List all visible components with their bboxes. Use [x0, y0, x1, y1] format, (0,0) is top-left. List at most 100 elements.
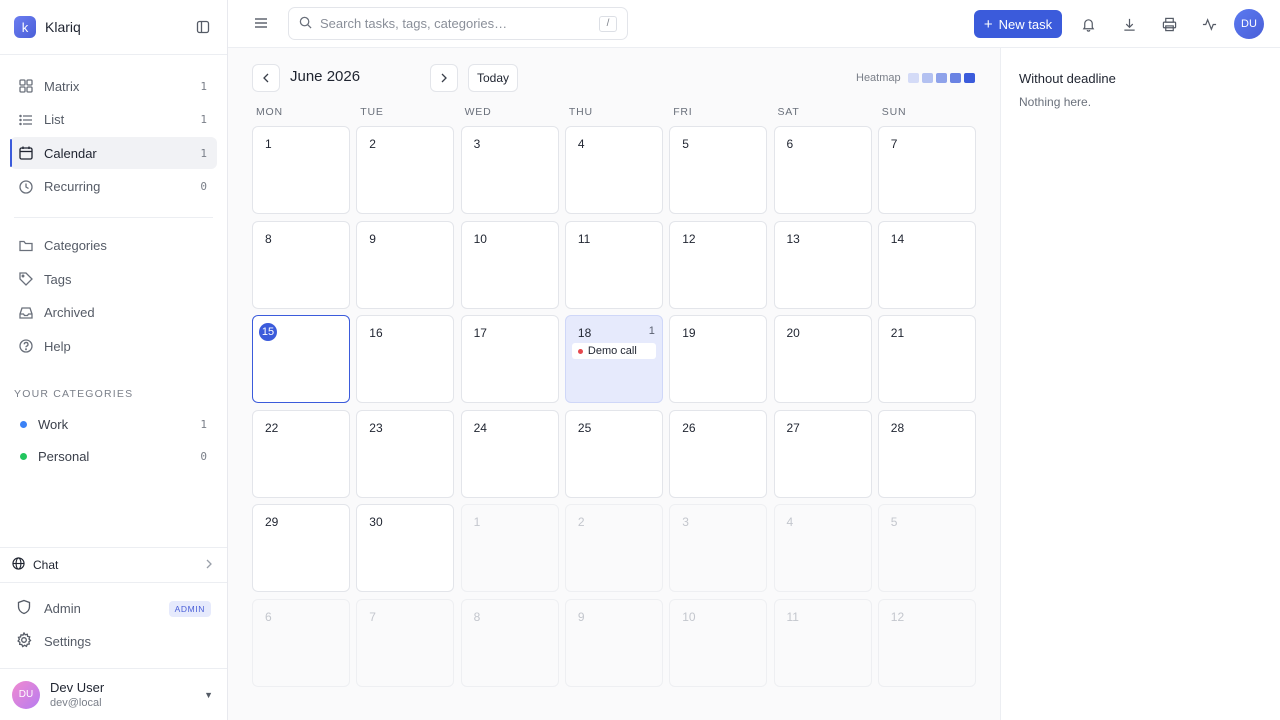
day-cell[interactable]: 5 — [669, 126, 768, 214]
nav-item-tags[interactable]: Tags — [10, 263, 217, 295]
day-cell[interactable]: 3 — [460, 126, 559, 214]
download-icon[interactable] — [1119, 14, 1139, 34]
day-number: 11 — [786, 610, 799, 624]
nav-item-calendar[interactable]: Calendar 1 — [10, 137, 217, 169]
plus-icon: + — [983, 15, 993, 33]
day-cell[interactable]: 8 — [252, 220, 350, 309]
weekday-label: WED — [464, 106, 492, 118]
day-cell[interactable]: 13 — [773, 220, 872, 309]
day-cell[interactable]: 21 — [877, 315, 976, 404]
day-cell[interactable]: 4 — [564, 126, 663, 214]
day-cell[interactable]: 12 — [877, 599, 976, 687]
day-number: 7 — [890, 137, 898, 151]
nav-item-recurring[interactable]: Recurring 0 — [10, 171, 217, 203]
day-cell[interactable]: 27 — [773, 409, 872, 498]
day-cell[interactable]: 24 — [460, 409, 559, 498]
day-number: 5 — [890, 515, 898, 530]
day-cell[interactable]: 29 — [252, 504, 350, 593]
task-title: Demo call — [587, 345, 637, 358]
nav-item-admin[interactable]: Admin ADMIN — [10, 592, 217, 625]
day-cell[interactable]: 9 — [564, 599, 663, 687]
category-item-personal[interactable]: Personal 0 — [0, 440, 227, 472]
month-title: June 2026 — [290, 68, 361, 85]
day-cell[interactable]: 5 — [877, 504, 976, 593]
day-cell[interactable]: 30 — [356, 504, 455, 593]
day-cell[interactable]: 20 — [773, 315, 872, 404]
day-cell[interactable]: 15 — [252, 315, 350, 404]
nav-item-settings[interactable]: Settings — [10, 625, 217, 658]
today-button[interactable]: Today — [468, 64, 518, 92]
day-number: 20 — [786, 326, 800, 341]
day-cell[interactable]: 1 — [252, 126, 350, 214]
search-icon — [299, 16, 312, 32]
day-number: 1 — [265, 137, 272, 151]
activity-icon[interactable] — [1199, 14, 1219, 34]
day-cell[interactable]: 26 — [669, 409, 768, 498]
day-number: 16 — [369, 326, 383, 341]
day-cell[interactable]: 18 1 Demo call — [564, 315, 663, 404]
day-cell[interactable]: 23 — [356, 409, 455, 498]
search-input[interactable]: Search tasks, tags, categories… / — [288, 7, 628, 40]
prev-month-button[interactable] — [252, 64, 280, 92]
day-cell[interactable]: 22 — [252, 409, 350, 498]
user-menu[interactable]: DU Dev User dev@local ▼ — [0, 668, 227, 720]
day-cell[interactable]: 11 — [564, 220, 663, 309]
chevron-left-icon — [262, 71, 270, 86]
bell-icon[interactable] — [1078, 14, 1098, 34]
day-number: 3 — [473, 137, 481, 151]
help-icon — [18, 338, 34, 354]
day-cell[interactable]: 9 — [356, 220, 455, 309]
nav-label: Categories — [44, 238, 107, 253]
sidebar-toggle-icon[interactable] — [193, 17, 213, 37]
day-cell[interactable]: 4 — [773, 504, 872, 593]
day-cell[interactable]: 6 — [773, 126, 872, 214]
day-number: 2 — [577, 515, 585, 530]
day-cell[interactable]: 2 — [564, 504, 663, 593]
day-cell[interactable]: 14 — [877, 220, 976, 309]
panel-title: Without deadline — [1019, 71, 1116, 86]
day-cell[interactable]: 16 — [356, 315, 455, 404]
day-number: 8 — [473, 610, 481, 624]
calendar-icon — [18, 145, 34, 161]
print-icon[interactable] — [1159, 14, 1179, 34]
day-number: 29 — [265, 515, 279, 530]
day-number: 28 — [890, 420, 905, 435]
day-cell[interactable]: 7 — [356, 599, 455, 687]
category-item-work[interactable]: Work 1 — [0, 408, 227, 440]
day-cell[interactable]: 1 — [460, 504, 559, 593]
day-cell[interactable]: 6 — [252, 599, 350, 687]
brand: k Klariq — [0, 0, 227, 55]
task-chip[interactable]: Demo call — [571, 343, 656, 360]
new-task-button[interactable]: + New task — [974, 10, 1062, 38]
grid-icon — [18, 78, 34, 94]
nav-item-list[interactable]: List 1 — [10, 104, 217, 136]
bottom-nav: Admin ADMIN Settings — [0, 592, 227, 658]
menu-icon[interactable] — [252, 14, 270, 32]
nav-item-help[interactable]: Help — [10, 330, 217, 362]
day-number: 19 — [682, 326, 696, 341]
calendar-toolbar: June 2026 Today Heatmap — [252, 64, 976, 92]
nav-item-matrix[interactable]: Matrix 1 — [10, 70, 217, 102]
day-number: 5 — [682, 137, 689, 151]
day-cell[interactable]: 12 — [669, 220, 768, 309]
search-shortcut: / — [599, 15, 617, 32]
day-cell[interactable]: 8 — [460, 599, 559, 687]
day-cell[interactable]: 11 — [773, 599, 872, 687]
day-cell[interactable]: 28 — [877, 409, 976, 498]
day-number: 4 — [786, 515, 794, 530]
nav-item-categories[interactable]: Categories — [10, 230, 217, 262]
day-cell[interactable]: 2 — [356, 126, 455, 214]
avatar[interactable]: DU — [1234, 9, 1264, 39]
nav-item-archived[interactable]: Archived — [10, 297, 217, 329]
day-cell[interactable]: 7 — [877, 126, 976, 214]
next-month-button[interactable] — [430, 64, 458, 92]
nav-count: 1 — [200, 79, 207, 93]
chat-toggle[interactable]: Chat — [0, 547, 227, 583]
day-cell[interactable]: 19 — [669, 315, 768, 404]
day-cell[interactable]: 10 — [460, 220, 559, 309]
day-cell[interactable]: 10 — [669, 599, 768, 687]
weekday-label: SAT — [777, 106, 800, 118]
day-cell[interactable]: 25 — [564, 409, 663, 498]
day-cell[interactable]: 3 — [669, 504, 768, 593]
day-cell[interactable]: 17 — [460, 315, 559, 404]
